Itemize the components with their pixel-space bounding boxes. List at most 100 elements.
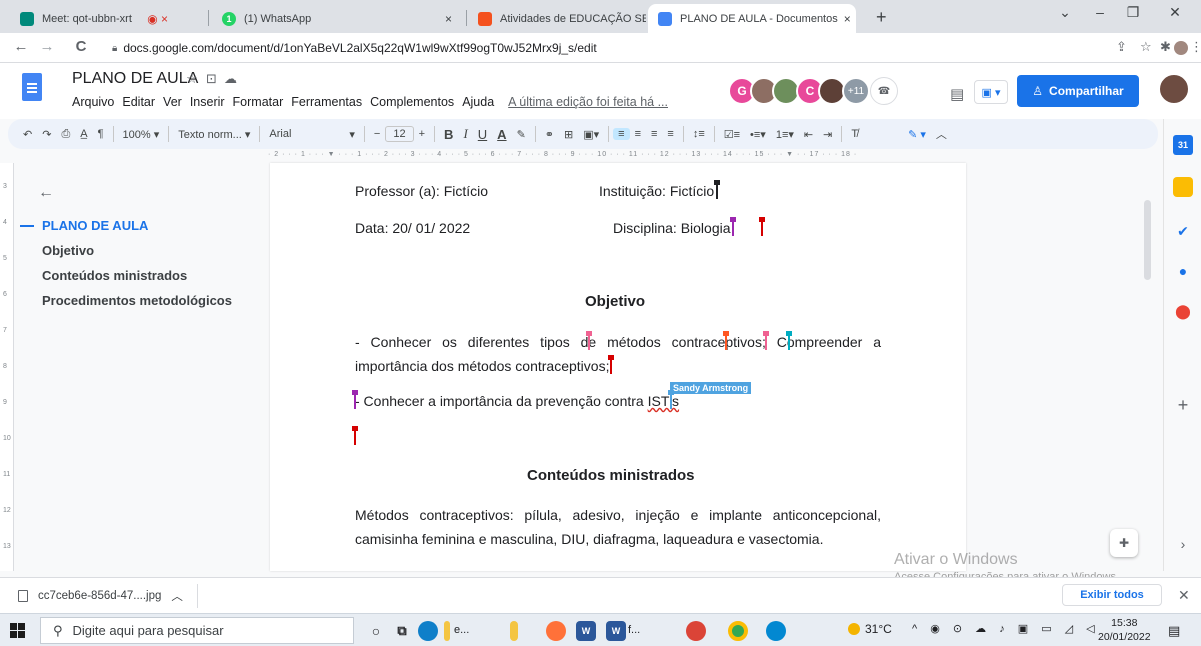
- checklist-icon[interactable]: ☑≡: [719, 128, 745, 141]
- image-icon[interactable]: ▣▾: [578, 128, 604, 141]
- increase-font-size-button[interactable]: +: [414, 128, 430, 140]
- account-avatar[interactable]: [1158, 73, 1190, 105]
- recording-indicator-icon[interactable]: ◉ ×: [141, 12, 168, 26]
- highlight-icon[interactable]: ✎: [512, 128, 531, 141]
- firefox-icon[interactable]: [546, 621, 566, 641]
- meet-call-icon[interactable]: ☎︎: [870, 77, 898, 105]
- menu-complementos[interactable]: Complementos: [366, 95, 458, 109]
- forward-arrow-icon[interactable]: →: [36, 38, 58, 55]
- download-item[interactable]: cc7ceb6e-856d-47....jpg ︿: [18, 584, 198, 608]
- document-scrollbar[interactable]: [1144, 200, 1151, 280]
- edge-icon[interactable]: [418, 621, 438, 641]
- undo-icon[interactable]: ↶: [18, 128, 37, 141]
- font-select[interactable]: Arial: [264, 128, 344, 140]
- cloud-status-icon[interactable]: ☁︎: [224, 71, 237, 87]
- editing-mode-icon[interactable]: ✎ ▾: [903, 128, 931, 141]
- misspelled-word[interactable]: IST's: [648, 393, 679, 409]
- tab-plano-de-aula[interactable]: PLANO DE AULA - Documentos ×: [648, 4, 856, 33]
- notification-center-icon[interactable]: ▤: [1168, 623, 1180, 639]
- menu-arquivo[interactable]: Arquivo: [68, 95, 118, 109]
- outline-item-plano-de-aula[interactable]: PLANO DE AULA: [20, 218, 260, 233]
- document-page[interactable]: Professor (a): Fictício Instituição: Fic…: [270, 163, 966, 571]
- bold-button[interactable]: B: [439, 127, 458, 142]
- tab-meet[interactable]: Meet: qot-ubbn-xrt ◉ ×: [10, 4, 178, 33]
- cortana-icon[interactable]: ○: [366, 621, 386, 641]
- folder-icon[interactable]: [510, 621, 518, 641]
- align-left-icon[interactable]: ≡: [613, 128, 630, 140]
- back-arrow-icon[interactable]: ←: [10, 38, 32, 55]
- new-tab-button[interactable]: +: [876, 7, 887, 28]
- font-dropdown-chevron-icon[interactable]: ▾: [344, 128, 360, 141]
- minimize-button[interactable]: –: [1085, 4, 1115, 20]
- expand-panel-icon[interactable]: ›: [1173, 534, 1193, 554]
- move-folder-icon[interactable]: ⊡: [206, 71, 217, 87]
- chrome-icon[interactable]: [728, 621, 748, 641]
- last-edit-link[interactable]: A última edição foi feita há ...: [504, 95, 672, 109]
- present-button[interactable]: ▣ ▾: [974, 80, 1008, 104]
- system-tray-icons[interactable]: ^ ◉ ⊙ ☁ ♪ ▣ ▭ ◿ ◁: [912, 622, 1100, 635]
- url-input[interactable]: 🔒︎ docs.google.com/document/d/1onYaBeVL2…: [112, 36, 1112, 60]
- contacts-icon[interactable]: ●: [1173, 261, 1193, 281]
- align-center-icon[interactable]: ≡: [630, 128, 646, 140]
- italic-button[interactable]: I: [458, 126, 472, 142]
- word-icon[interactable]: W: [606, 621, 626, 641]
- decrease-font-size-button[interactable]: −: [369, 128, 385, 140]
- tab-whatsapp[interactable]: 1 (1) WhatsApp ×: [212, 4, 462, 33]
- extensions-icon[interactable]: ✱: [1160, 39, 1171, 55]
- vertical-ruler[interactable]: 3 4 5 6 7 8 9 10 11 12 13: [0, 163, 14, 571]
- menu-ferramentas[interactable]: Ferramentas: [287, 95, 366, 109]
- menu-editar[interactable]: Editar: [118, 95, 159, 109]
- style-select[interactable]: Texto norm... ▾: [173, 128, 255, 141]
- decrease-indent-icon[interactable]: ⇤: [799, 128, 818, 141]
- menu-ver[interactable]: Ver: [159, 95, 186, 109]
- link-icon[interactable]: ⚭: [540, 128, 559, 141]
- maps-icon[interactable]: ⬤: [1173, 301, 1193, 321]
- outline-item-objetivo[interactable]: Objetivo: [20, 243, 260, 258]
- close-window-button[interactable]: ✕: [1160, 4, 1190, 21]
- show-all-downloads-button[interactable]: Exibir todos: [1062, 584, 1162, 606]
- tab-search-chevron-icon[interactable]: ⌄: [1050, 4, 1080, 21]
- taskbar-search-input[interactable]: ⚲ Digite aqui para pesquisar: [40, 617, 354, 644]
- star-icon[interactable]: ☆: [186, 71, 198, 87]
- bookmark-star-icon[interactable]: ☆: [1140, 39, 1152, 55]
- teams-icon[interactable]: [766, 621, 786, 641]
- chrome-icon[interactable]: [686, 621, 706, 641]
- align-right-icon[interactable]: ≡: [646, 128, 662, 140]
- comment-icon[interactable]: ⊞: [559, 128, 578, 141]
- text-color-button[interactable]: A: [492, 127, 511, 142]
- paint-format-icon[interactable]: ¶: [93, 128, 109, 140]
- collapse-menus-icon[interactable]: ︿: [931, 126, 952, 142]
- weather-widget[interactable]: 31°C: [848, 622, 892, 636]
- close-download-bar-icon[interactable]: ✕: [1178, 587, 1190, 604]
- close-tab-icon[interactable]: ×: [439, 12, 452, 26]
- get-addons-icon[interactable]: +: [1173, 395, 1193, 415]
- more-collaborators-badge[interactable]: +11: [842, 77, 870, 105]
- windows-start-icon[interactable]: [10, 623, 25, 638]
- line-spacing-icon[interactable]: ↕≡: [688, 128, 710, 140]
- font-size-input[interactable]: 12: [385, 126, 414, 142]
- print-icon[interactable]: ⎙: [56, 128, 75, 141]
- close-tab-icon[interactable]: ×: [838, 12, 851, 26]
- explore-button[interactable]: ✚: [1110, 529, 1138, 557]
- increase-indent-icon[interactable]: ⇥: [818, 128, 837, 141]
- zoom-select[interactable]: 100% ▾: [118, 128, 165, 141]
- tab-atividades[interactable]: Atividades de EDUCAÇÃO SEXUA ×: [468, 4, 646, 33]
- tasks-icon[interactable]: ✔: [1173, 221, 1193, 241]
- menu-inserir[interactable]: Inserir: [186, 95, 229, 109]
- menu-formatar[interactable]: Formatar: [229, 95, 288, 109]
- taskbar-edge-label[interactable]: e...: [454, 624, 469, 636]
- share-page-icon[interactable]: ⇪: [1116, 39, 1127, 55]
- download-options-chevron-icon[interactable]: ︿: [171, 588, 183, 604]
- menu-ajuda[interactable]: Ajuda: [458, 95, 498, 109]
- bulleted-list-icon[interactable]: •≡▾: [745, 128, 771, 141]
- document-title[interactable]: PLANO DE AULA: [72, 70, 198, 88]
- docs-logo-icon[interactable]: [22, 73, 42, 101]
- justify-icon[interactable]: ≡: [662, 128, 678, 140]
- browser-menu-icon[interactable]: ⋮: [1190, 39, 1201, 55]
- outline-item-procedimentos[interactable]: Procedimentos metodológicos: [20, 293, 260, 308]
- outline-item-conteudos[interactable]: Conteúdos ministrados: [20, 268, 260, 283]
- system-clock[interactable]: 15:38 20/01/2022: [1098, 616, 1151, 644]
- taskbar-word-label[interactable]: f...: [628, 624, 640, 636]
- word-icon[interactable]: W: [576, 621, 596, 641]
- calendar-icon[interactable]: 31: [1173, 135, 1193, 155]
